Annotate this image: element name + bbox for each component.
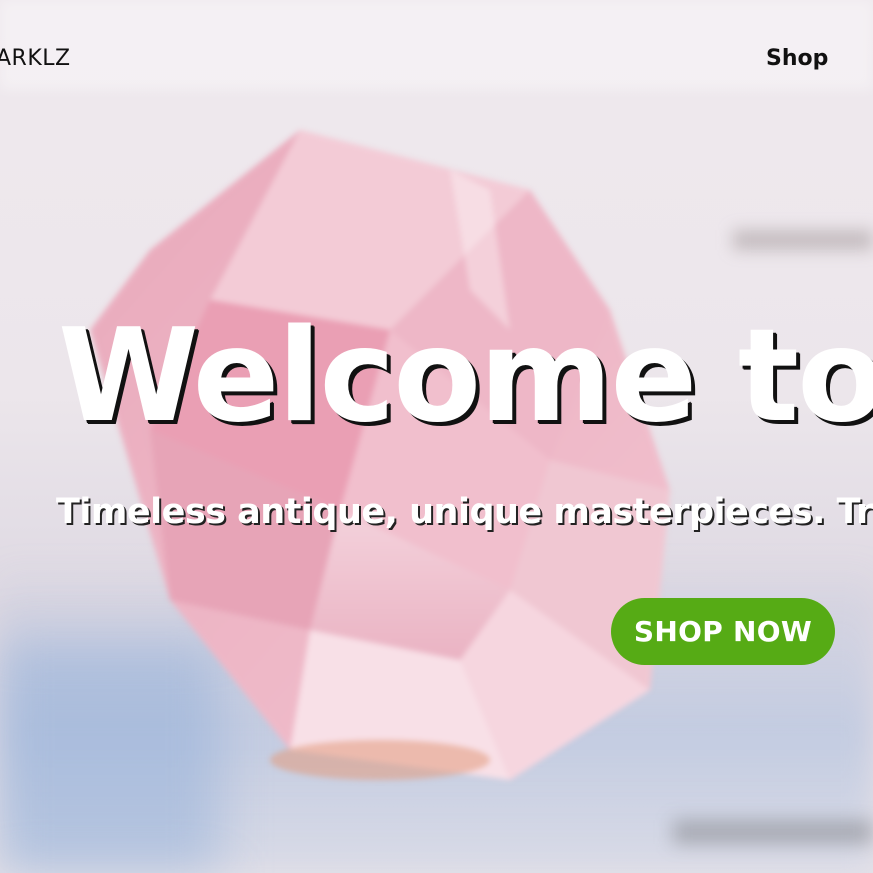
- hero-subtitle: Timeless antique, unique masterpieces. T…: [56, 492, 873, 532]
- landing-page: ARKLZ Shop Welcome to I Timeless antique…: [0, 0, 873, 873]
- hero-title: Welcome to I: [58, 302, 873, 451]
- shop-now-button-label: SHOP NOW: [633, 615, 813, 648]
- nav-link-shop[interactable]: Shop: [766, 46, 828, 71]
- background-band: [0, 0, 873, 90]
- background-band: [673, 820, 873, 844]
- shop-now-button[interactable]: SHOP NOW: [611, 598, 835, 665]
- hero-background-crystal-image: [90, 130, 690, 810]
- brand-logo-text[interactable]: ARKLZ: [0, 46, 71, 71]
- background-band: [733, 230, 873, 250]
